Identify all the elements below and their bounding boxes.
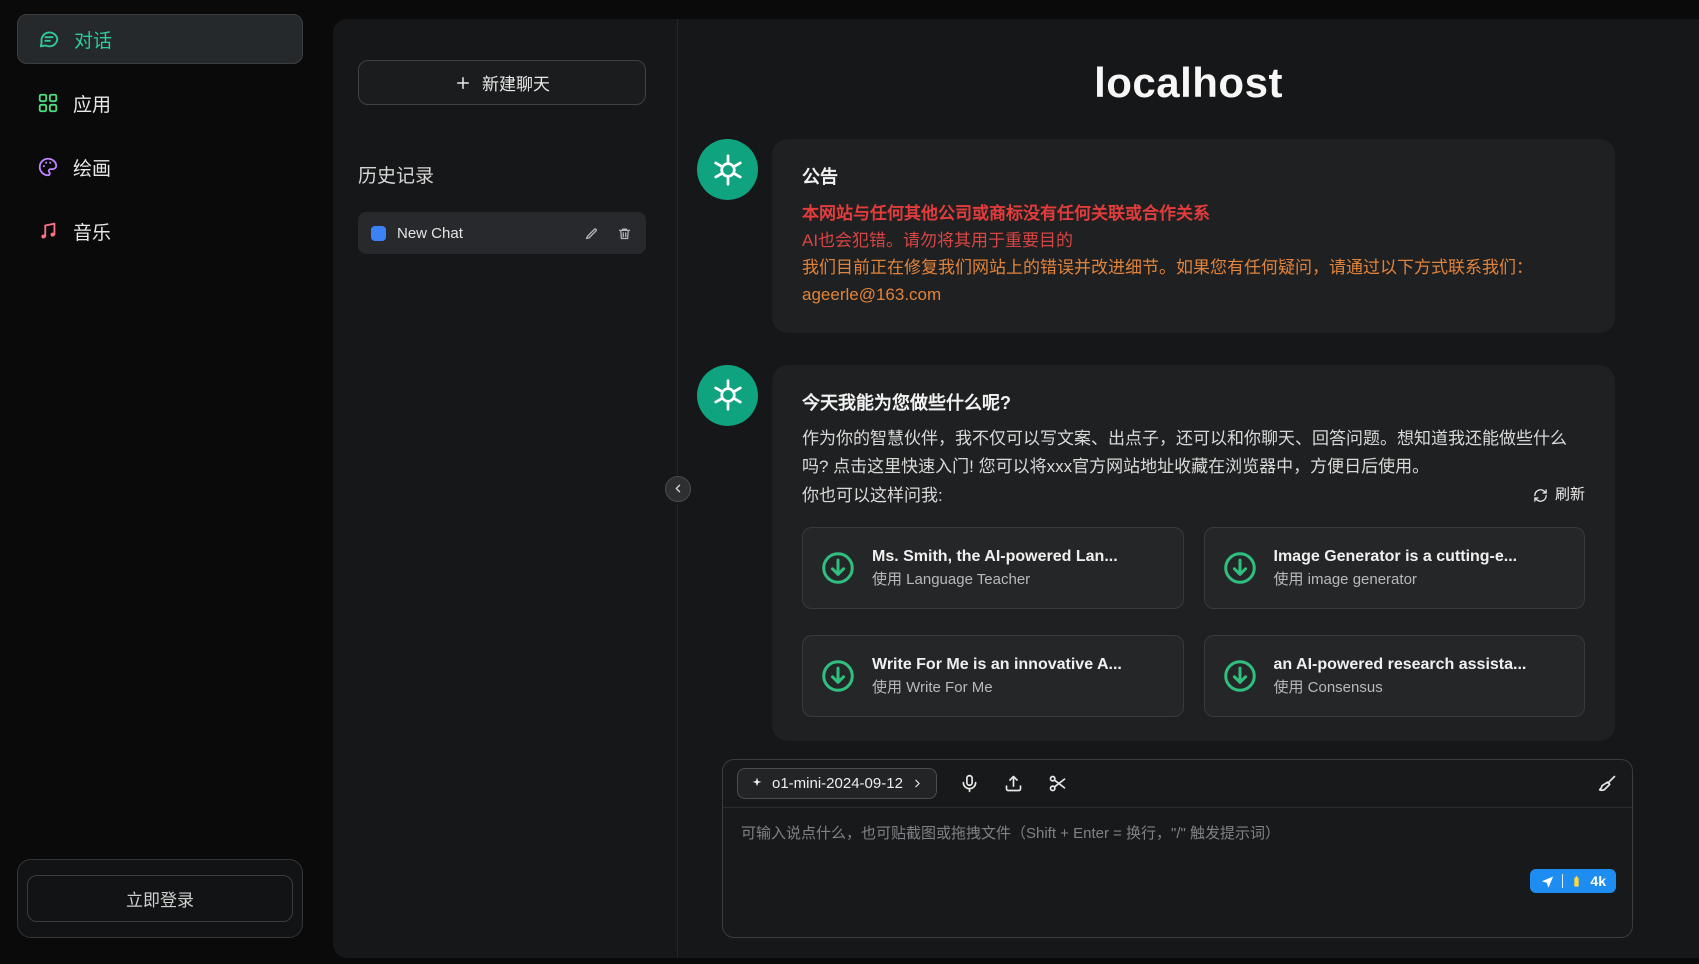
refresh-suggestions-button[interactable]: 刷新 (1533, 483, 1585, 507)
chevron-right-icon (911, 777, 924, 790)
suggestion-subtitle: 使用 image generator (1274, 569, 1569, 592)
upload-icon[interactable] (1003, 772, 1025, 794)
announcement-line: 我们目前正在修复我们网站上的错误并改进细节。如果您有任何疑问，请通过以下方式联系… (802, 254, 1585, 281)
suggestion-title: Ms. Smith, the AI-powered Lan... (872, 545, 1167, 569)
token-count: 4k (1590, 873, 1606, 889)
suggestion-subtitle: 使用 Consensus (1274, 677, 1569, 700)
arrow-down-circle-icon (1221, 549, 1259, 587)
welcome-bubble: 今天我能为您做些什么呢? 作为你的智慧伙伴，我不仅可以写文案、出点子，还可以和你… (772, 365, 1615, 741)
sidebar-item-chat[interactable]: 对话 (17, 14, 303, 64)
suggestion-subtitle: 使用 Language Teacher (872, 569, 1167, 592)
suggestion-title: Write For Me is an innovative A... (872, 653, 1167, 677)
announcement-line: AI也会犯错。请勿将其用于重要目的 (802, 227, 1585, 254)
new-chat-label: 新建聊天 (482, 70, 550, 95)
model-selector[interactable]: o1-mini-2024-09-12 (737, 768, 937, 799)
microphone-icon[interactable] (959, 772, 981, 794)
arrow-down-circle-icon (819, 657, 857, 695)
suggestion-card[interactable]: Write For Me is an innovative A... 使用 Wr… (802, 635, 1184, 717)
suggestion-title: an AI-powered research assista... (1274, 653, 1569, 677)
sidebar-item-label: 音乐 (73, 218, 111, 245)
announcement-heading: 公告 (802, 163, 1585, 192)
login-box: 立即登录 (17, 859, 303, 938)
message-input[interactable] (723, 808, 1632, 937)
sidebar-item-label: 对话 (74, 26, 112, 53)
refresh-icon (1533, 488, 1548, 503)
composer-toolbar: o1-mini-2024-09-12 (723, 760, 1632, 808)
paper-plane-icon (1540, 874, 1555, 889)
sidebar-item-label: 应用 (73, 90, 111, 117)
announcement-contact-email[interactable]: ageerle@163.com (802, 281, 1585, 308)
sidebar-item-label: 绘画 (73, 154, 111, 181)
right-panel: 新建聊天 历史记录 New Chat localhost (333, 19, 1699, 958)
openai-logo-icon (710, 152, 746, 188)
sidebar: 对话 应用 绘画 音乐 立即登录 (0, 0, 333, 964)
composer: o1-mini-2024-09-12 (722, 759, 1633, 938)
music-note-icon (37, 220, 59, 242)
battery-icon (1570, 875, 1583, 888)
login-button[interactable]: 立即登录 (27, 875, 293, 922)
sidebar-item-apps[interactable]: 应用 (17, 78, 303, 128)
chat-main: localhost 公告 本网站与任何其他公司或商标没有任何关联或合作关系 AI… (678, 19, 1699, 958)
welcome-prompt-label: 你也可以这样问我: (802, 482, 943, 509)
page-title: localhost (678, 59, 1699, 107)
message-announcement: 公告 本网站与任何其他公司或商标没有任何关联或合作关系 AI也会犯错。请勿将其用… (678, 139, 1699, 333)
palette-icon (37, 156, 59, 178)
suggestion-subtitle: 使用 Write For Me (872, 677, 1167, 700)
arrow-down-circle-icon (819, 549, 857, 587)
chat-color-swatch (371, 226, 386, 241)
model-name: o1-mini-2024-09-12 (772, 775, 903, 792)
sidebar-item-drawing[interactable]: 绘画 (17, 142, 303, 192)
edit-icon[interactable] (584, 225, 600, 241)
announcement-line: 本网站与任何其他公司或商标没有任何关联或合作关系 (802, 200, 1585, 227)
arrow-down-circle-icon (1221, 657, 1259, 695)
welcome-heading: 今天我能为您做些什么呢? (802, 389, 1585, 418)
send-button[interactable]: 4k (1530, 869, 1616, 893)
chat-item-title: New Chat (397, 225, 573, 242)
suggestion-card[interactable]: Ms. Smith, the AI-powered Lan... 使用 Lang… (802, 527, 1184, 609)
suggestion-card[interactable]: Image Generator is a cutting-e... 使用 ima… (1204, 527, 1586, 609)
assistant-avatar (697, 139, 758, 200)
grid-icon (37, 92, 59, 114)
sidebar-item-music[interactable]: 音乐 (17, 206, 303, 256)
chat-bubble-icon (38, 28, 60, 50)
badge-divider (1562, 874, 1563, 888)
scissors-icon[interactable] (1047, 772, 1069, 794)
sparkle-icon (750, 776, 764, 790)
chat-list-panel: 新建聊天 历史记录 New Chat (333, 19, 678, 958)
new-chat-button[interactable]: 新建聊天 (358, 60, 646, 105)
plus-icon (454, 74, 472, 92)
chevron-left-icon (672, 482, 685, 495)
suggestion-card[interactable]: an AI-powered research assista... 使用 Con… (1204, 635, 1586, 717)
chat-list-item[interactable]: New Chat (358, 212, 646, 254)
openai-logo-icon (710, 377, 746, 413)
suggestion-title: Image Generator is a cutting-e... (1274, 545, 1569, 569)
assistant-avatar (697, 365, 758, 426)
history-title: 历史记录 (358, 161, 646, 188)
trash-icon[interactable] (617, 225, 633, 241)
suggestion-grid: Ms. Smith, the AI-powered Lan... 使用 Lang… (802, 527, 1585, 717)
collapse-sidebar-button[interactable] (665, 476, 691, 502)
refresh-label: 刷新 (1555, 483, 1585, 507)
message-welcome: 今天我能为您做些什么呢? 作为你的智慧伙伴，我不仅可以写文案、出点子，还可以和你… (678, 365, 1699, 741)
announcement-bubble: 公告 本网站与任何其他公司或商标没有任何关联或合作关系 AI也会犯错。请勿将其用… (772, 139, 1615, 333)
welcome-body: 作为你的智慧伙伴，我不仅可以写文案、出点子，还可以和你聊天、回答问题。想知道我还… (802, 425, 1585, 479)
clear-broom-icon[interactable] (1596, 772, 1618, 794)
